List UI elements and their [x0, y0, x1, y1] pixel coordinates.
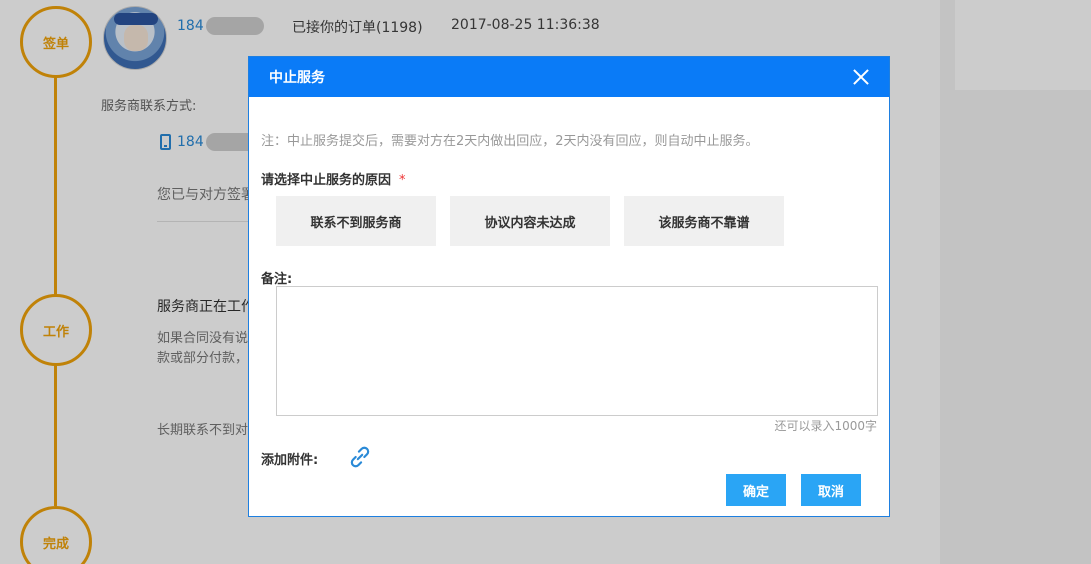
dialog-note: 注：中止服务提交后，需要对方在2天内做出回应，2天内没有回应，则自动中止服务。 — [261, 134, 759, 149]
reason-unreliable-button[interactable]: 该服务商不靠谱 — [624, 196, 784, 246]
remark-textarea[interactable] — [276, 286, 878, 416]
required-star: * — [399, 173, 406, 188]
remark-label: 备注: — [261, 272, 293, 287]
reason-agreement-unmet-button[interactable]: 协议内容未达成 — [450, 196, 610, 246]
attachment-link-icon[interactable] — [347, 444, 373, 470]
confirm-button[interactable]: 确定 — [726, 474, 786, 506]
reason-unreachable-button[interactable]: 联系不到服务商 — [276, 196, 436, 246]
dialog-title: 中止服务 — [269, 70, 325, 86]
close-icon[interactable] — [851, 67, 871, 87]
cancel-button[interactable]: 取消 — [801, 474, 861, 506]
attach-label: 添加附件: — [261, 453, 319, 468]
terminate-service-dialog: 中止服务 注：中止服务提交后，需要对方在2天内做出回应，2天内没有回应，则自动中… — [248, 56, 890, 517]
dialog-header: 中止服务 — [249, 57, 889, 97]
reason-label: 请选择中止服务的原因 * — [261, 173, 406, 188]
char-count: 还可以录入1000字 — [774, 419, 877, 433]
